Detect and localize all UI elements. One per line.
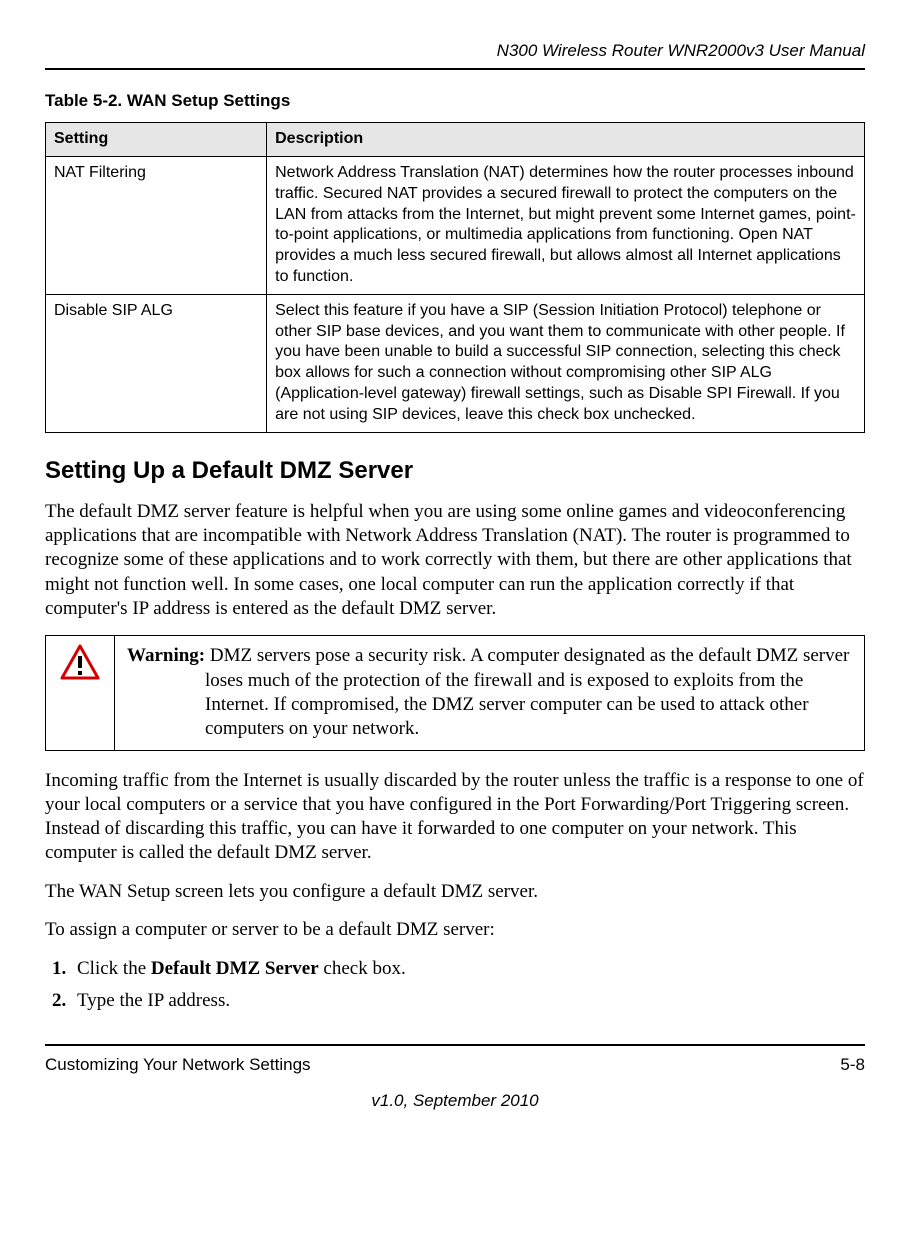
table-cell-setting: NAT Filtering (46, 156, 267, 294)
page-header-title: N300 Wireless Router WNR2000v3 User Manu… (45, 40, 865, 62)
warning-icon (60, 644, 100, 687)
body-paragraph: Incoming traffic from the Internet is us… (45, 769, 865, 866)
table-cell-description: Select this feature if you have a SIP (S… (267, 294, 865, 432)
warning-label: Warning: (127, 645, 205, 666)
warning-icon-cell (46, 636, 115, 750)
warning-body: DMZ servers pose a security risk. A comp… (205, 645, 849, 739)
step-bold: Default DMZ Server (151, 958, 319, 979)
page-footer: Customizing Your Network Settings 5-8 v1… (45, 1044, 865, 1112)
table-row: Disable SIP ALG Select this feature if y… (46, 294, 865, 432)
footer-right: 5-8 (840, 1054, 865, 1076)
step-item: Click the Default DMZ Server check box. (71, 956, 865, 982)
warning-box: Warning: DMZ servers pose a security ris… (45, 635, 865, 750)
footer-version: v1.0, September 2010 (45, 1090, 865, 1112)
steps-list: Click the Default DMZ Server check box. … (45, 956, 865, 1013)
footer-rule (45, 1044, 865, 1046)
step-text: check box. (319, 958, 406, 979)
step-item: Type the IP address. (71, 988, 865, 1014)
table-cell-description: Network Address Translation (NAT) determ… (267, 156, 865, 294)
wan-settings-table: Setting Description NAT Filtering Networ… (45, 122, 865, 432)
table-header-description: Description (267, 123, 865, 157)
table-header-setting: Setting (46, 123, 267, 157)
body-paragraph: The default DMZ server feature is helpfu… (45, 500, 865, 622)
body-paragraph: The WAN Setup screen lets you configure … (45, 880, 865, 904)
section-heading: Setting Up a Default DMZ Server (45, 455, 865, 486)
warning-text-cell: Warning: DMZ servers pose a security ris… (115, 636, 865, 750)
header-rule (45, 68, 865, 70)
table-cell-setting: Disable SIP ALG (46, 294, 267, 432)
table-row: NAT Filtering Network Address Translatio… (46, 156, 865, 294)
footer-left: Customizing Your Network Settings (45, 1054, 311, 1076)
body-paragraph: To assign a computer or server to be a d… (45, 918, 865, 942)
table-caption: Table 5-2. WAN Setup Settings (45, 90, 865, 112)
step-text: Click the (77, 958, 151, 979)
